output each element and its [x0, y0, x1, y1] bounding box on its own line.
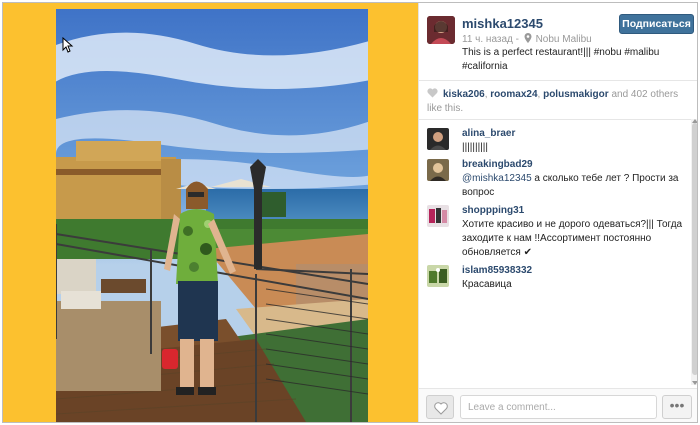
- comment-item: breakingbad29 @mishka12345 а сколько теб…: [427, 159, 687, 205]
- pin-icon: [524, 33, 532, 43]
- time-ago: 11 ч. назад -: [462, 34, 519, 45]
- comment-username[interactable]: alina_braer: [462, 128, 515, 139]
- post-photo[interactable]: [56, 9, 368, 422]
- comments-list: alina_braer |||||||||| breakingbad29 @mi…: [419, 123, 687, 385]
- comment-footer: •••: [419, 388, 697, 422]
- location-link[interactable]: Nobu Malibu: [536, 34, 592, 45]
- comment-item: islam85938332 Красавица: [427, 265, 687, 295]
- comment-avatar[interactable]: [427, 159, 449, 181]
- post-username[interactable]: mishka12345: [462, 16, 543, 31]
- liker-link[interactable]: polusmakigor: [543, 89, 609, 100]
- post-caption: This is a perfect restaurant!||| #nobu #…: [462, 47, 660, 72]
- heart-icon: [434, 402, 448, 415]
- post-meta: 11 ч. назад - Nobu Malibu: [462, 33, 592, 45]
- instagram-post-window: mishka12345 Подписаться 11 ч. назад - No…: [2, 2, 698, 423]
- comment-username[interactable]: breakingbad29: [462, 159, 533, 170]
- likes-and-text: and: [608, 89, 631, 100]
- comment-avatar[interactable]: [427, 205, 449, 227]
- comment-avatar[interactable]: [427, 265, 449, 287]
- likes-summary: kiska206, roomax24, polusmakigor and 402…: [427, 88, 695, 116]
- heart-icon: [427, 88, 438, 98]
- more-options-button[interactable]: •••: [662, 395, 692, 419]
- likes-count[interactable]: 402: [631, 89, 648, 100]
- comment-input[interactable]: [460, 395, 657, 419]
- mouse-pointer-icon: [62, 37, 74, 53]
- comment-text: Хотите красиво и не дорого одеваться?|||…: [462, 219, 683, 258]
- scroll-down-icon[interactable]: [692, 381, 698, 385]
- comment-text: ||||||||||: [462, 142, 488, 153]
- comment-avatar[interactable]: [427, 128, 449, 150]
- divider: [419, 119, 697, 120]
- media-area: [3, 3, 418, 422]
- photo-illustration: [56, 9, 368, 422]
- divider: [419, 80, 697, 81]
- like-button[interactable]: [426, 395, 454, 419]
- post-details-panel: mishka12345 Подписаться 11 ч. назад - No…: [418, 3, 698, 422]
- comment-username[interactable]: shoppping31: [462, 205, 524, 216]
- comment-text: @mishka12345 а сколько тебе лет ? Прости…: [462, 172, 694, 200]
- comment-item: alina_braer ||||||||||: [427, 128, 687, 158]
- comments-scrollbar[interactable]: [691, 119, 698, 385]
- liker-link[interactable]: roomax24: [490, 89, 537, 100]
- follow-button[interactable]: Подписаться: [619, 14, 694, 34]
- liker-link[interactable]: kiska206: [443, 89, 485, 100]
- comment-item: shoppping31 Хотите красиво и не дорого о…: [427, 205, 687, 265]
- comment-mention[interactable]: @mishka12345: [462, 173, 532, 184]
- comment-text: Красавица: [462, 279, 512, 290]
- scroll-thumb[interactable]: [692, 123, 697, 375]
- post-header: mishka12345 Подписаться 11 ч. назад - No…: [419, 3, 697, 80]
- avatar[interactable]: [427, 16, 455, 44]
- comment-username[interactable]: islam85938332: [462, 265, 532, 276]
